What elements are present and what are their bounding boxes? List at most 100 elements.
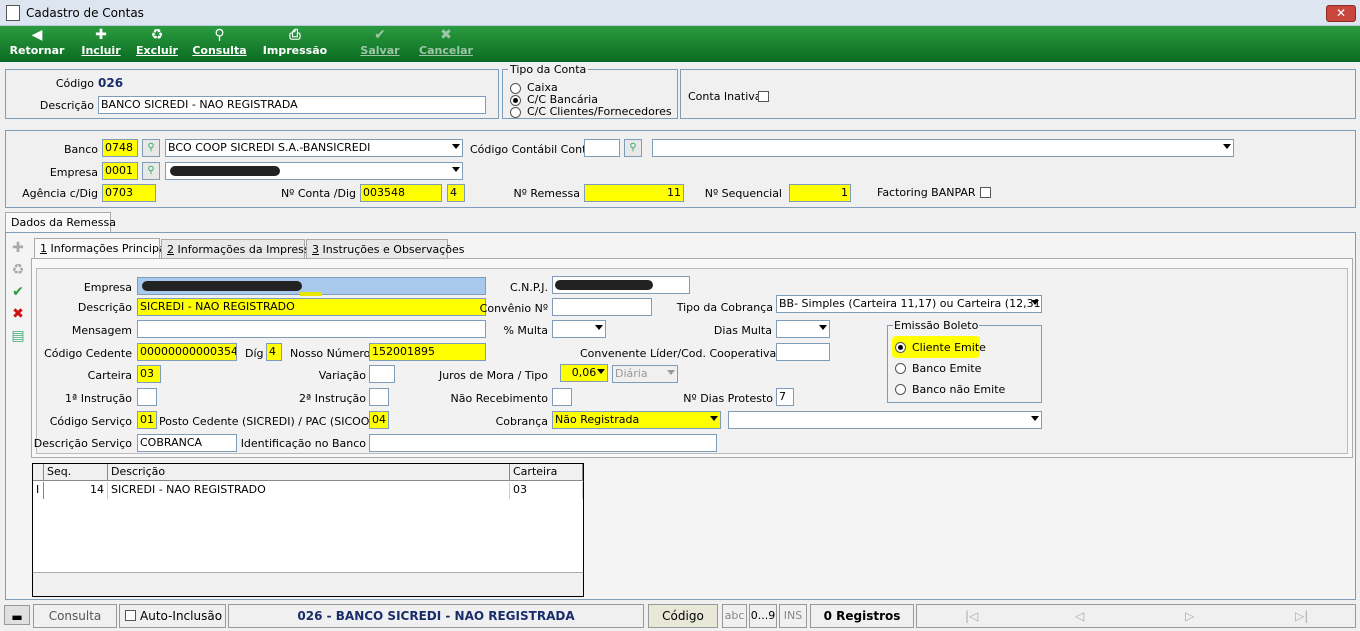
cobranca-select[interactable]: Não Registrada bbox=[552, 411, 721, 429]
chevron-down-icon bbox=[819, 325, 827, 330]
descricao-servico-input[interactable]: COBRANCA bbox=[137, 434, 237, 452]
codigo-value: 026 bbox=[98, 76, 124, 90]
chevron-down-icon bbox=[452, 167, 460, 172]
statusbar-codigo-button[interactable]: Código bbox=[648, 604, 718, 628]
descricao-input[interactable]: BANCO SICREDI - NAO REGISTRADA bbox=[98, 96, 486, 114]
x-icon[interactable]: ✖ bbox=[10, 306, 26, 322]
tipo-cc-clientes-label: C/C Clientes/Fornecedores bbox=[527, 105, 672, 118]
tab-informacoes-impressao[interactable]: 2 Informações da Impressão bbox=[161, 239, 323, 259]
codigo-contabil-select[interactable] bbox=[652, 139, 1234, 157]
grid-header-seq[interactable]: Seq. bbox=[44, 464, 108, 481]
last-record-icon[interactable]: ▷| bbox=[1295, 605, 1308, 627]
grid-indicator-header bbox=[33, 464, 44, 481]
plus-icon[interactable]: ✚ bbox=[10, 240, 26, 256]
retornar-button[interactable]: ◀ Retornar bbox=[8, 26, 66, 62]
dias-protesto-input[interactable]: 7 bbox=[776, 388, 794, 406]
tipo-conta-title: Tipo da Conta bbox=[508, 63, 589, 76]
juros-tipo-select[interactable]: Diária bbox=[612, 365, 678, 383]
table-row-carteira[interactable]: 03 bbox=[510, 482, 583, 499]
tipo-caixa-radio[interactable] bbox=[510, 83, 521, 94]
tab-informacoes-principais[interactable]: 1 Informações Principais bbox=[34, 238, 174, 259]
tipo-cc-clientes-radio[interactable] bbox=[510, 107, 521, 118]
tipo-cc-bancaria-radio[interactable] bbox=[510, 95, 521, 106]
codigo-cedente-label: Código Cedente bbox=[44, 347, 132, 360]
multa-select[interactable] bbox=[552, 320, 606, 338]
convenio-input[interactable] bbox=[552, 298, 652, 316]
dias-multa-label: Dias Multa bbox=[713, 324, 772, 337]
conta-input[interactable]: 003548 bbox=[360, 184, 442, 202]
mensagem-input[interactable] bbox=[137, 320, 486, 338]
tab-1-label: Informações Principais bbox=[47, 242, 175, 255]
banco-name-select[interactable]: BCO COOP SICREDI S.A.-BANSICREDI bbox=[165, 139, 463, 157]
dig-input[interactable]: 4 bbox=[266, 343, 282, 361]
cobranca-extra-select[interactable] bbox=[728, 411, 1042, 429]
emissao-cliente-radio[interactable] bbox=[895, 342, 906, 353]
prev-record-icon[interactable]: ◁ bbox=[1075, 605, 1084, 627]
recycle-icon[interactable]: ♻ bbox=[10, 262, 26, 278]
tab-dados-remessa[interactable]: Dados da Remessa bbox=[5, 212, 116, 233]
emissao-nao-radio[interactable] bbox=[895, 384, 906, 395]
contabil-lookup-icon[interactable]: ⚲ bbox=[624, 139, 642, 157]
close-button[interactable]: ✕ bbox=[1326, 5, 1356, 22]
salvar-button[interactable]: ✔ Salvar bbox=[358, 26, 402, 62]
table-row-seq[interactable]: 14 bbox=[44, 482, 108, 499]
empresa-lookup-icon[interactable]: ⚲ bbox=[142, 162, 160, 180]
conta-dig-input[interactable]: 4 bbox=[447, 184, 465, 202]
remessa-input[interactable]: 11 bbox=[584, 184, 684, 202]
window-title: Cadastro de Contas bbox=[26, 6, 144, 20]
instrucao1-input[interactable] bbox=[137, 388, 157, 406]
grid-header-descricao[interactable]: Descrição bbox=[108, 464, 510, 481]
consulta-label: Consulta bbox=[192, 44, 247, 57]
redacted-mark bbox=[170, 166, 280, 176]
chevron-down-icon bbox=[597, 369, 605, 374]
conta-inativa-checkbox[interactable] bbox=[758, 91, 769, 102]
incluir-button[interactable]: ✚ Incluir bbox=[80, 26, 122, 62]
convenente-label: Convenente Líder/Cod. Cooperativa bbox=[580, 347, 777, 360]
cancelar-button[interactable]: ✖ Cancelar bbox=[418, 26, 474, 62]
check-icon[interactable]: ✔ bbox=[10, 284, 26, 300]
auto-inclusao-checkbox[interactable] bbox=[125, 610, 136, 621]
cnpj-label: C.N.P.J. bbox=[509, 281, 548, 294]
recycle-icon: ♻ bbox=[150, 27, 164, 43]
juros-value: 0,06 bbox=[571, 366, 597, 379]
first-record-icon[interactable]: |◁ bbox=[965, 605, 978, 627]
tab-instrucoes-observacoes[interactable]: 3 Instruções e Observações bbox=[306, 239, 464, 259]
table-row-marker: I bbox=[33, 482, 44, 499]
carteira-input[interactable]: 03 bbox=[137, 365, 161, 383]
empresa-code-input[interactable]: 0001 bbox=[102, 162, 138, 180]
remessa-grid[interactable]: Seq. Descrição Carteira I 14 SICREDI - N… bbox=[32, 463, 584, 597]
dias-protesto-label: Nº Dias Protesto bbox=[683, 392, 773, 405]
factoring-checkbox[interactable] bbox=[980, 187, 991, 198]
nao-recebimento-input[interactable] bbox=[552, 388, 572, 406]
sequencial-input[interactable]: 1 bbox=[789, 184, 851, 202]
instrucao2-input[interactable] bbox=[369, 388, 389, 406]
agencia-input[interactable]: 0703 bbox=[102, 184, 156, 202]
emissao-banco-radio[interactable] bbox=[895, 363, 906, 374]
dias-multa-select[interactable] bbox=[776, 320, 830, 338]
consulta-button[interactable]: ⚲ Consulta bbox=[192, 26, 247, 62]
form-empresa-label: Empresa bbox=[83, 281, 132, 294]
juros-select[interactable]: 0,06 bbox=[560, 364, 608, 382]
conta-label: Nº Conta /Dig bbox=[280, 187, 356, 200]
factoring-label: Factoring BANPAR bbox=[877, 186, 976, 199]
document-icon[interactable]: ▤ bbox=[10, 328, 26, 344]
banco-lookup-icon[interactable]: ⚲ bbox=[142, 139, 160, 157]
codigo-contabil-input[interactable] bbox=[584, 139, 620, 157]
convenente-input[interactable] bbox=[776, 343, 830, 361]
identificacao-input[interactable] bbox=[369, 434, 717, 452]
form-descricao-input[interactable]: SICREDI - NAO REGISTRADO bbox=[137, 298, 486, 316]
check-icon: ✔ bbox=[374, 27, 386, 43]
next-record-icon[interactable]: ▷ bbox=[1185, 605, 1194, 627]
codigo-servico-input[interactable]: 01 bbox=[137, 411, 157, 429]
chevron-down-icon bbox=[452, 144, 460, 149]
excluir-button[interactable]: ♻ Excluir bbox=[136, 26, 178, 62]
tipo-cobranca-select[interactable]: BB- Simples (Carteira 11,17) ou Carteira… bbox=[776, 295, 1042, 313]
codigo-cedente-input[interactable]: 000000000003548 bbox=[137, 343, 237, 361]
table-row-descricao[interactable]: SICREDI - NAO REGISTRADO bbox=[108, 482, 510, 499]
variacao-input[interactable] bbox=[369, 365, 395, 383]
nosso-numero-input[interactable]: 152001895 bbox=[369, 343, 486, 361]
grid-header-carteira[interactable]: Carteira bbox=[510, 464, 583, 481]
banco-code-input[interactable]: 0748 bbox=[102, 139, 138, 157]
posto-input[interactable]: 04 bbox=[369, 411, 389, 429]
impressao-button[interactable]: ⎙ Impressão bbox=[262, 26, 328, 62]
